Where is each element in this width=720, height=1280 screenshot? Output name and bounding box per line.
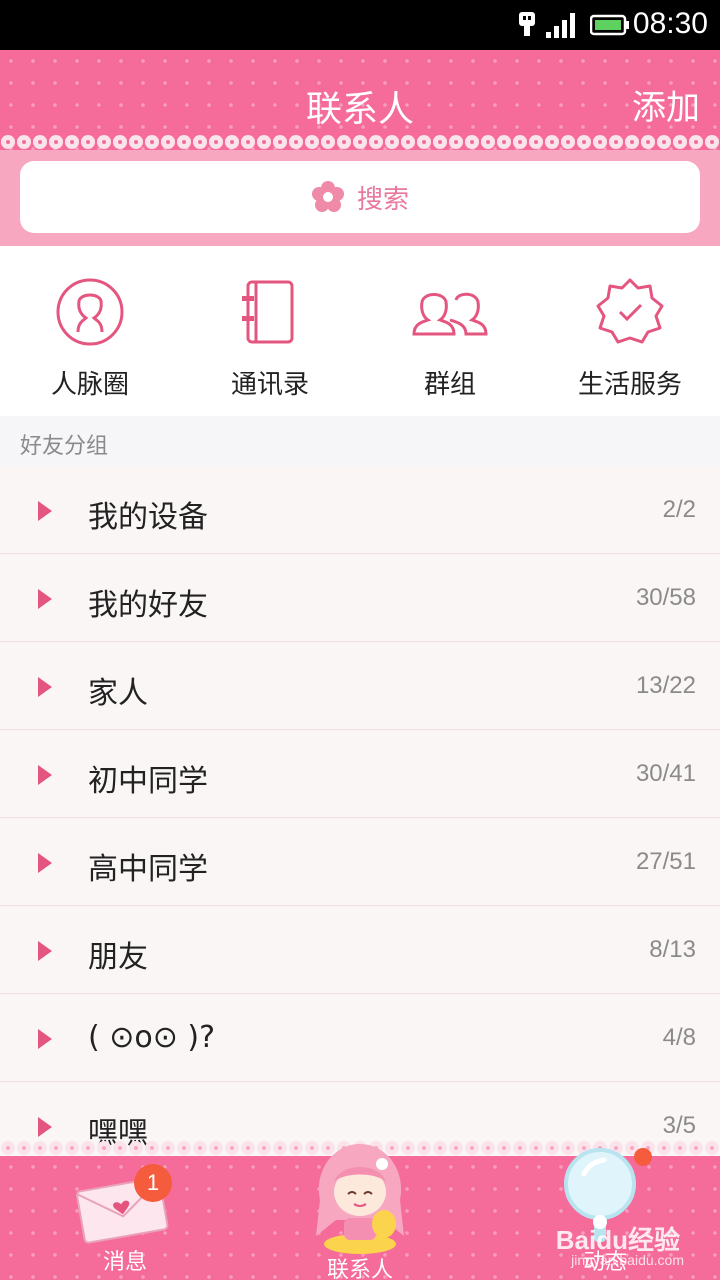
- section-label: 好友分组: [20, 434, 109, 459]
- expand-arrow-icon: [38, 1029, 52, 1049]
- shortcut-label: 人脉圈: [50, 370, 129, 400]
- expand-arrow-icon: [38, 677, 52, 697]
- girl-mascot-icon: [316, 1144, 404, 1254]
- group-count: 3/5: [662, 1112, 696, 1139]
- group-name: 家人: [88, 676, 148, 711]
- bottom-nav: 1 消息 联系人 动态 Baidu经验 jingyan.baidu.com: [0, 1140, 720, 1280]
- status-time: 08:30: [632, 7, 708, 40]
- flower-icon: [311, 181, 344, 212]
- group-count: 30/58: [635, 584, 696, 611]
- group-name: 高中同学: [88, 852, 208, 887]
- group-count: 8/13: [649, 936, 696, 963]
- expand-arrow-icon: [38, 853, 52, 873]
- expand-arrow-icon: [38, 1117, 52, 1137]
- expand-arrow-icon: [38, 765, 52, 785]
- group-name: 朋友: [88, 940, 148, 975]
- group-row[interactable]: 高中同学 27/51: [0, 818, 720, 906]
- page-title: 联系人: [305, 89, 414, 130]
- new-activity-dot: [634, 1148, 652, 1166]
- shortcut-tongxunlu[interactable]: 通讯录: [180, 246, 360, 416]
- shortcut-grid: 人脉圈 通讯录 群组 生活服务: [0, 246, 720, 416]
- shortcut-label: 生活服务: [577, 370, 682, 400]
- search-placeholder: 搜索: [356, 184, 409, 215]
- expand-arrow-icon: [38, 501, 52, 521]
- search-input[interactable]: 搜索: [20, 161, 700, 233]
- shortcut-qunzu[interactable]: 群组: [360, 246, 540, 416]
- group-count: 27/51: [635, 848, 696, 875]
- group-row[interactable]: 朋友 8/13: [0, 906, 720, 994]
- status-bar: 08:30: [0, 0, 720, 50]
- battery-icon: [590, 14, 629, 36]
- group-count: 30/41: [635, 760, 696, 787]
- app-header: 联系人 添加: [0, 50, 720, 150]
- group-icon: [412, 292, 488, 336]
- group-name: 初中同学: [88, 764, 208, 799]
- usb-icon: [519, 12, 535, 36]
- shortcut-shenghuofuwu[interactable]: 生活服务: [540, 246, 720, 416]
- unread-badge: 1: [134, 1164, 172, 1202]
- badge-check-icon: [596, 278, 664, 344]
- search-area: 搜索: [0, 150, 720, 246]
- lace-decoration: [0, 132, 720, 150]
- group-count: 13/22: [635, 672, 696, 699]
- friend-groups-header: 好友分组: [0, 416, 720, 466]
- shortcut-label: 通讯录: [230, 370, 309, 400]
- group-row[interactable]: ( ⊙o⊙ )? 4/8: [0, 994, 720, 1082]
- shortcut-renmaiquan[interactable]: 人脉圈: [0, 246, 180, 416]
- tab-label: 消息: [102, 1250, 147, 1275]
- group-name: 我的好友: [88, 588, 208, 623]
- tab-messages[interactable]: 1 消息: [60, 1160, 190, 1280]
- group-count: 4/8: [662, 1024, 696, 1051]
- watermark-url: jingyan.baidu.com: [571, 1252, 684, 1268]
- add-button[interactable]: 添加: [632, 80, 700, 129]
- signal-icon: [546, 13, 575, 38]
- group-name: ( ⊙o⊙ )?: [88, 1020, 216, 1055]
- group-list: 我的设备 2/2 我的好友 30/58 家人 13/22 初中同学 30/41 …: [0, 466, 720, 1156]
- group-count: 2/2: [662, 496, 696, 523]
- address-book-icon: [242, 280, 294, 344]
- group-row[interactable]: 初中同学 30/41: [0, 730, 720, 818]
- group-name: 我的设备: [88, 500, 208, 535]
- group-row[interactable]: 我的好友 30/58: [0, 554, 720, 642]
- group-row[interactable]: 家人 13/22: [0, 642, 720, 730]
- tab-label: 联系人: [326, 1258, 393, 1280]
- person-circle-icon: [56, 278, 124, 346]
- expand-arrow-icon: [38, 941, 52, 961]
- expand-arrow-icon: [38, 589, 52, 609]
- tab-contacts[interactable]: 联系人: [290, 1140, 430, 1280]
- shortcut-label: 群组: [423, 370, 476, 400]
- group-row[interactable]: 我的设备 2/2: [0, 466, 720, 554]
